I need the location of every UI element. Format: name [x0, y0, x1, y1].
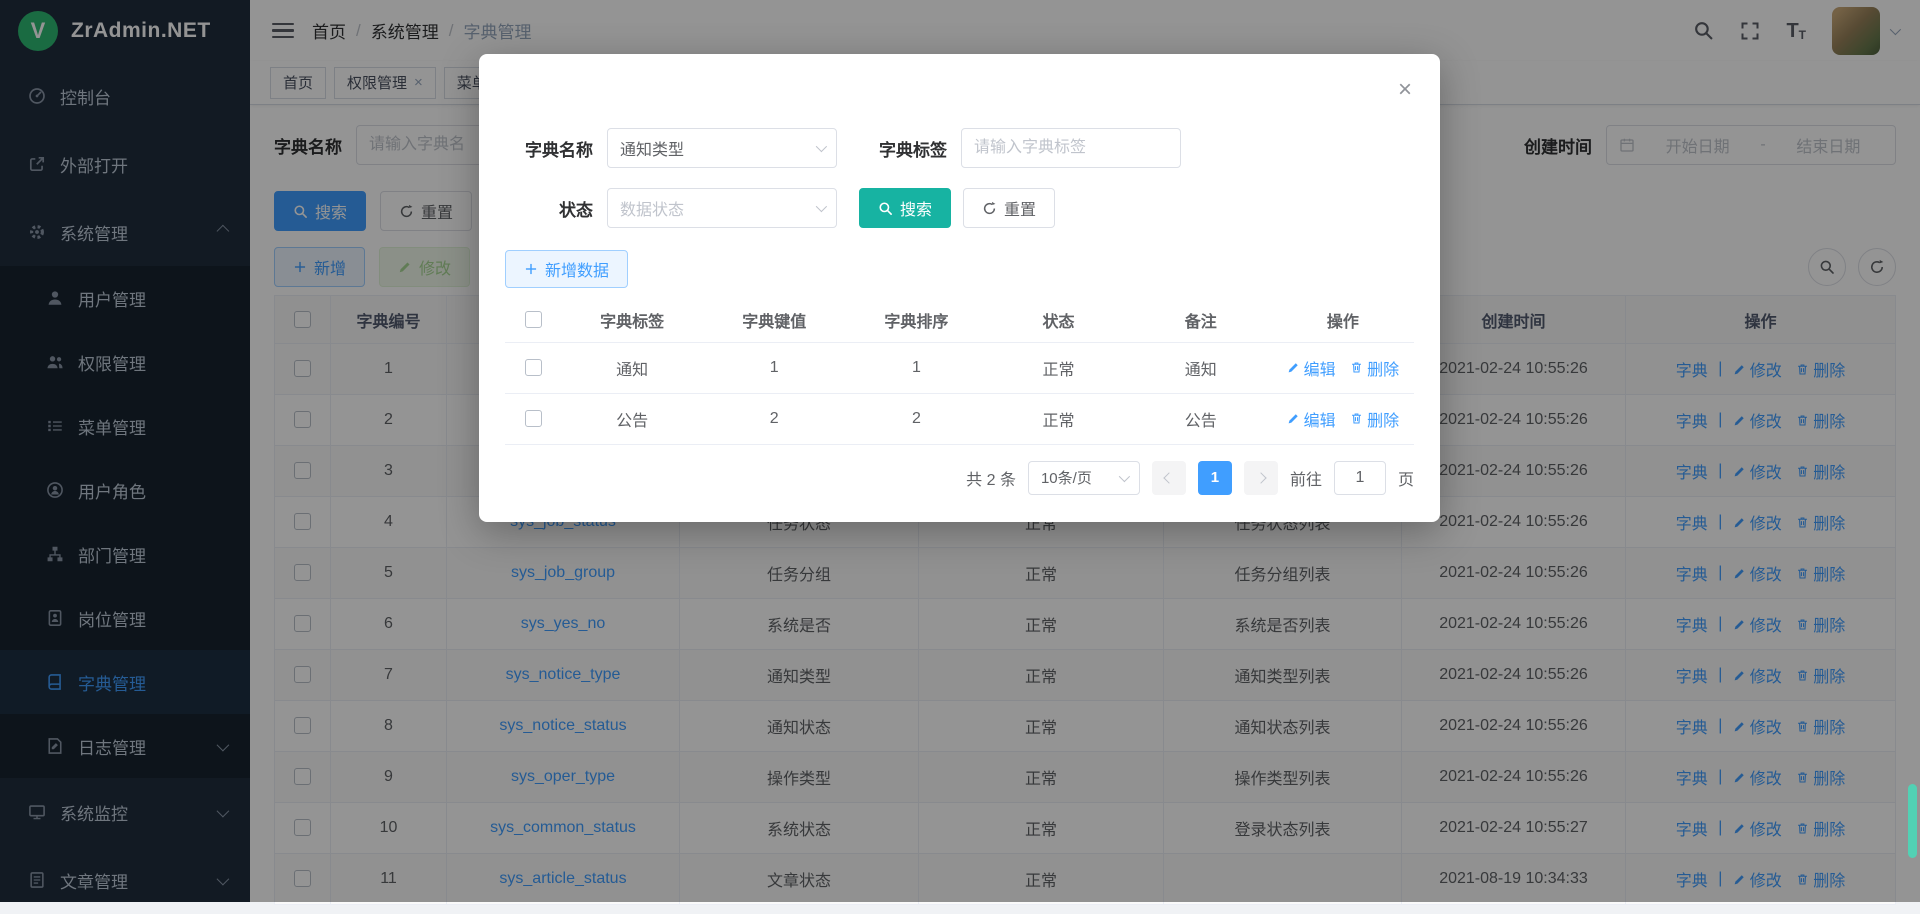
chevron-right-icon — [1255, 472, 1266, 483]
add-data-button[interactable]: 新增数据 — [505, 250, 628, 288]
column-header-operations: 操作 — [1272, 298, 1414, 342]
cell-operations: 编辑 删除 — [1272, 342, 1414, 393]
next-page-button[interactable] — [1244, 461, 1278, 495]
goto-label: 前往 — [1290, 466, 1322, 490]
chevron-down-icon — [816, 201, 827, 212]
status-label: 状态 — [505, 196, 593, 221]
edit-icon — [1287, 412, 1300, 425]
edit-link[interactable]: 编辑 — [1287, 356, 1336, 380]
dict-label-input[interactable] — [961, 128, 1181, 168]
cell-remark: 公告 — [1130, 393, 1272, 444]
page-unit-label: 页 — [1398, 466, 1414, 490]
row-checkbox[interactable] — [525, 410, 542, 427]
dialog-reset-button[interactable]: 重置 — [963, 188, 1055, 228]
delete-link[interactable]: 删除 — [1350, 407, 1399, 431]
edit-icon — [1287, 361, 1300, 374]
cell-dict-label: 公告 — [561, 393, 703, 444]
cell-dict-value: 2 — [703, 393, 845, 444]
dict-data-table: 字典标签 字典键值 字典排序 状态 备注 操作 通知 1 1 正常 通知 编 — [505, 298, 1414, 445]
cell-status: 正常 — [987, 342, 1129, 393]
chevron-left-icon — [1163, 472, 1174, 483]
cell-dict-value: 1 — [703, 342, 845, 393]
chevron-down-icon — [816, 141, 827, 152]
dialog-filter-row-2: 状态 数据状态 搜索 重置 — [505, 188, 1414, 228]
cell-status: 正常 — [987, 393, 1129, 444]
scrollbar-thumb[interactable] — [1908, 784, 1917, 858]
row-checkbox[interactable] — [525, 359, 542, 376]
selected-value: 10条/页 — [1041, 467, 1092, 488]
trash-icon — [1350, 412, 1363, 425]
current-page-button[interactable]: 1 — [1198, 461, 1232, 495]
cell-dict-sort: 2 — [845, 393, 987, 444]
cell-remark: 通知 — [1130, 342, 1272, 393]
refresh-icon — [982, 201, 997, 216]
status-select[interactable]: 数据状态 — [607, 188, 837, 228]
cell-dict-label: 通知 — [561, 342, 703, 393]
chevron-down-icon — [1119, 470, 1130, 481]
dialog-filter-row-1: 字典名称 通知类型 字典标签 — [505, 128, 1414, 168]
page-size-select[interactable]: 10条/页 — [1028, 461, 1140, 495]
table-header-row: 字典标签 字典键值 字典排序 状态 备注 操作 — [505, 298, 1414, 342]
prev-page-button[interactable] — [1152, 461, 1186, 495]
dict-name-select[interactable]: 通知类型 — [607, 128, 837, 168]
cell-operations: 编辑 删除 — [1272, 393, 1414, 444]
delete-link[interactable]: 删除 — [1350, 356, 1399, 380]
dict-label-label: 字典标签 — [859, 136, 947, 161]
plus-icon — [524, 262, 538, 276]
dict-data-dialog: × 字典名称 通知类型 字典标签 状态 数据状态 搜索 重置 新增数据 — [479, 54, 1440, 522]
table-row: 公告 2 2 正常 公告 编辑 删除 — [505, 393, 1414, 444]
column-header-dict-label: 字典标签 — [561, 298, 703, 342]
close-icon[interactable]: × — [1398, 78, 1412, 102]
search-icon — [878, 201, 893, 216]
column-header-status: 状态 — [987, 298, 1129, 342]
goto-page-input[interactable] — [1334, 461, 1386, 495]
column-header-dict-value: 字典键值 — [703, 298, 845, 342]
select-placeholder: 数据状态 — [620, 196, 684, 220]
select-all-checkbox[interactable] — [525, 311, 542, 328]
table-row: 通知 1 1 正常 通知 编辑 删除 — [505, 342, 1414, 393]
pagination: 共 2 条 10条/页 1 前往 页 — [505, 461, 1414, 495]
column-header-dict-sort: 字典排序 — [845, 298, 987, 342]
selected-value: 通知类型 — [620, 136, 684, 160]
trash-icon — [1350, 361, 1363, 374]
pagination-total: 共 2 条 — [966, 466, 1016, 490]
cell-dict-sort: 1 — [845, 342, 987, 393]
edit-link[interactable]: 编辑 — [1287, 407, 1336, 431]
dialog-search-button[interactable]: 搜索 — [859, 188, 951, 228]
dict-name-label: 字典名称 — [505, 136, 593, 161]
column-header-remark: 备注 — [1130, 298, 1272, 342]
